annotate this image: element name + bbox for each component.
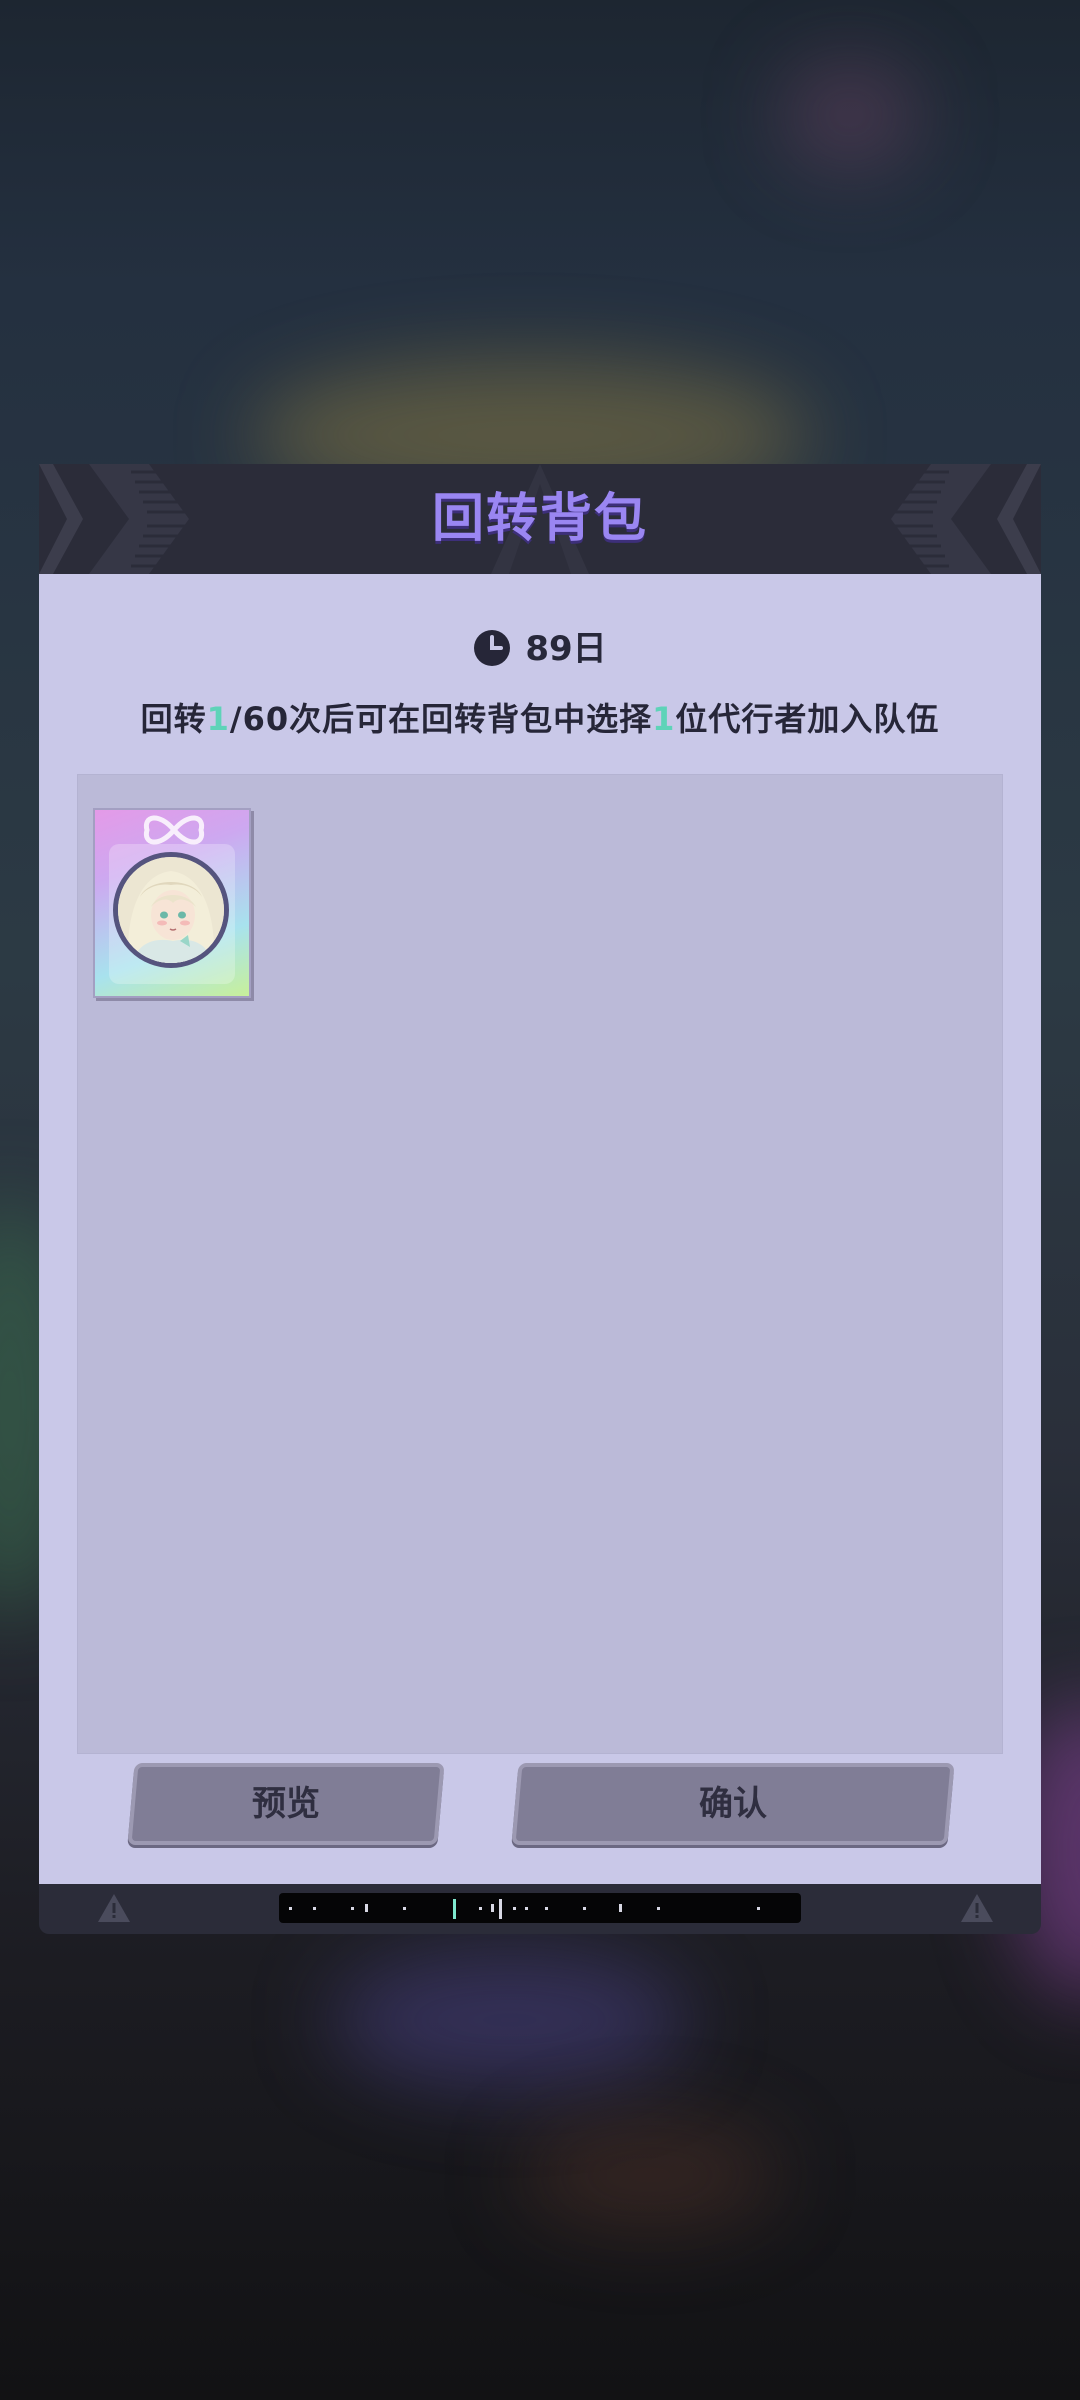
preview-button[interactable]: 预览 [127,1763,445,1845]
description-suffix: 位代行者加入队伍 [675,700,940,738]
background-glow [330,1950,690,2090]
preview-button-label: 预览 [252,1784,320,1824]
signal-strip [279,1893,801,1923]
confirm-button-label: 确认 [699,1784,767,1824]
confirm-button[interactable]: 确认 [511,1763,955,1845]
background-glow [520,2120,780,2230]
dialog-body: 89日 回转1/60次后可在回转背包中选择1位代行者加入队伍 预览 确认 [39,574,1041,1894]
warning-triangle-icon [961,1894,993,1922]
remaining-time: 89日 [39,624,1041,674]
dialog-title: 回转背包 [431,489,648,549]
signal-strip-marks [289,1899,760,1919]
background-glow [780,60,920,170]
character-card[interactable] [93,808,251,998]
warning-triangle-icon [98,1894,130,1922]
clock-icon [474,629,511,666]
description-prefix: 回转 [140,700,207,738]
pick-count: 1 [652,700,676,738]
remaining-time-text: 89日 [525,629,607,669]
game-screen: 回转背包 89日 回转1/60次后可在回转背包中选择1位代行者加入队伍 预览 确… [0,0,1080,2400]
dialog-footer [39,1884,1041,1934]
rotation-backpack-dialog: 回转背包 89日 回转1/60次后可在回转背包中选择1位代行者加入队伍 预览 确… [39,464,1041,1934]
dialog-header: 回转背包 [39,464,1041,574]
character-portrait [113,852,229,968]
character-portrait-art [118,857,224,963]
rotation-count-current: 1 [206,700,230,738]
rotation-description: 回转1/60次后可在回转背包中选择1位代行者加入队伍 [39,694,1041,740]
description-middle: /60次后可在回转背包中选择 [229,700,653,738]
